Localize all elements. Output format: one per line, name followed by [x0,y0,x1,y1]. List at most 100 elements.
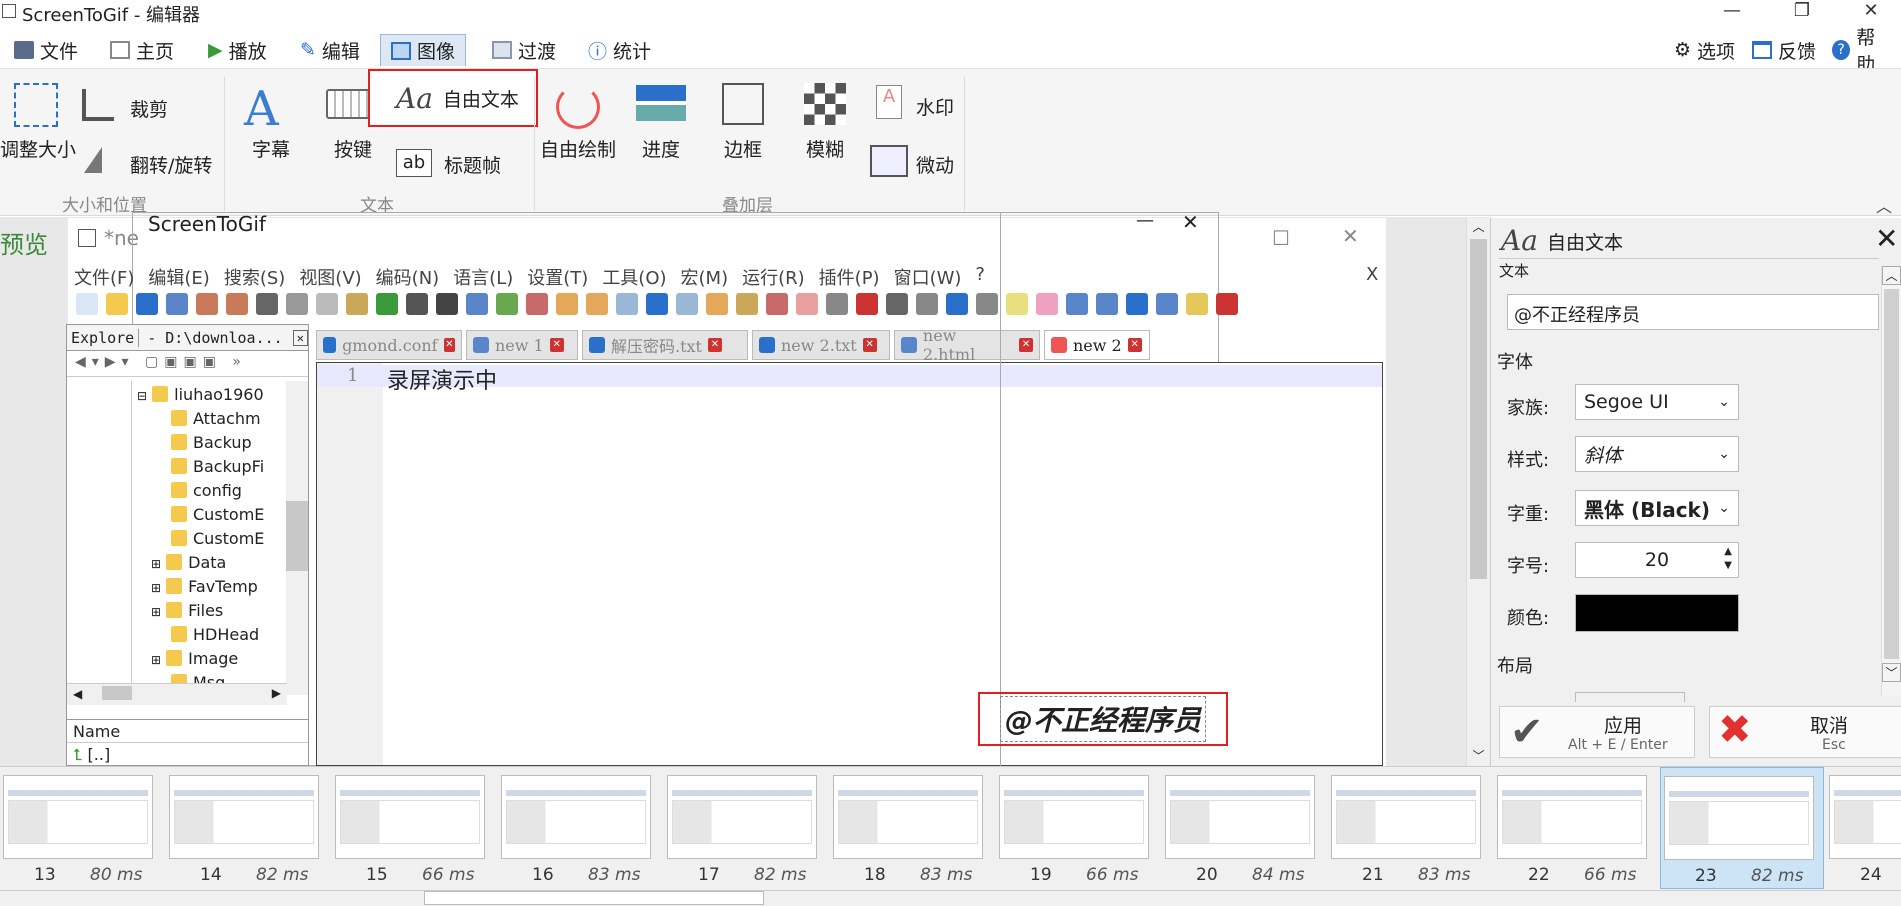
close-button[interactable]: ✕ [1841,0,1901,24]
frame-thumbnail[interactable]: 18 83 ms [830,767,994,889]
frame-thumbnail[interactable]: 20 84 ms [1162,767,1326,889]
title-frame-button[interactable]: 标题帧 [444,151,501,178]
menu-help[interactable]: ? [975,264,985,290]
frame-thumbnail[interactable]: 24 [1826,767,1901,889]
frame-thumbnail[interactable]: 23 82 ms [1660,767,1824,889]
frame-thumbnail[interactable]: 16 83 ms [498,767,662,889]
redo-icon[interactable] [406,293,428,315]
doc-tab[interactable]: new 2.html ✕ [894,326,1040,364]
menu-window[interactable]: 窗口(W) [894,264,962,290]
tree-item[interactable]: HDHead [137,623,287,647]
spellcheck-icon[interactable] [1216,293,1238,315]
tree-item[interactable]: ⊞ Data [137,551,287,575]
free-text-button[interactable]: Aa 自由文本 [368,69,538,127]
tab-file[interactable]: 文件 [4,34,88,66]
menu-macro[interactable]: 宏(M) [681,264,729,290]
tree-hscrollbar[interactable]: ◀ ▶ [67,683,287,705]
tree-item[interactable]: CustomE [137,527,287,551]
menu-search[interactable]: 搜索(S) [224,264,285,290]
monitor-icon[interactable] [826,293,848,315]
caption-button[interactable]: 字幕 [252,135,290,162]
cinemagraph-button[interactable]: 微动 [916,151,954,178]
print-icon[interactable] [256,293,278,315]
panel-close-icon[interactable]: ✕ [1875,222,1898,255]
cancel-button[interactable]: ✖ 取消 Esc [1709,706,1901,758]
save-all-icon[interactable] [166,293,188,315]
border-button[interactable]: 边框 [724,135,762,162]
progress-button[interactable]: 进度 [642,135,680,162]
tree-item[interactable]: CustomE [137,503,287,527]
free-text-overlay[interactable]: @不正经程序员 [978,692,1228,746]
frame-thumbnail[interactable]: 21 83 ms [1328,767,1492,889]
tree-item[interactable]: Backup [137,431,287,455]
cut-icon[interactable] [286,293,308,315]
frame-thumbnail[interactable]: 22 66 ms [1494,767,1658,889]
close-file-icon[interactable] [196,293,218,315]
compare-icon[interactable] [1066,293,1088,315]
folder-workspace-icon[interactable] [796,293,818,315]
resize-button[interactable]: 调整大小 [0,135,76,162]
tab-edit[interactable]: ✎ 编辑 [290,34,370,66]
tab-transitions[interactable]: 过渡 [482,34,566,66]
help-button[interactable]: ? 帮助 [1822,27,1901,76]
menu-language[interactable]: 语言(L) [453,264,513,290]
doc-tab[interactable]: new 1 ✕ [466,330,578,360]
doc-map-icon[interactable] [736,293,758,315]
function-list-icon[interactable] [766,293,788,315]
timeline-scrollbar[interactable] [0,890,1901,906]
clipboard-icon[interactable] [1186,293,1208,315]
menu-run[interactable]: 运行(R) [742,264,805,290]
color-picker[interactable] [1575,594,1739,632]
tab-playback[interactable]: ▶ 播放 [198,34,277,66]
tree-item[interactable]: config [137,479,287,503]
up-icon[interactable] [1096,293,1118,315]
tree-item[interactable]: ⊟ liuhao1960 [137,383,287,407]
stop-macro-icon[interactable] [886,293,908,315]
font-family-select[interactable]: Segoe UI ⌄ [1575,384,1739,420]
collapse-ribbon-icon[interactable]: ︿ [1876,193,1892,217]
preview-scrollbar[interactable]: ︿ ﹀ [1466,218,1490,766]
menu-encoding[interactable]: 编码(N) [376,264,440,290]
explorer-tab[interactable]: Explore [67,328,140,347]
save-macro-icon[interactable] [976,293,998,315]
panel-scrollbar[interactable]: ︿ ﹀ [1881,266,1901,696]
maximize-button[interactable]: ❐ [1772,0,1832,24]
font-weight-select[interactable]: 黑体 (Black) ⌄ [1575,490,1739,526]
text-input[interactable]: @不正经程序员 [1507,294,1879,330]
frame-thumbnail[interactable]: 14 82 ms [166,767,330,889]
copy-icon[interactable] [316,293,338,315]
pilcrow-icon[interactable] [646,293,668,315]
apply-button[interactable]: ✔ 应用 Alt + E / Enter [1499,706,1695,758]
blur-button[interactable]: 模糊 [806,135,844,162]
find-icon[interactable] [436,293,458,315]
frame-thumbnail[interactable]: 17 82 ms [664,767,828,889]
name-column-header[interactable]: Name [67,719,308,743]
indent-guide-icon[interactable] [676,293,698,315]
plugin-icon[interactable] [1006,293,1028,315]
tree-item[interactable]: ⊞ Image [137,647,287,671]
lang-icon[interactable] [706,293,728,315]
tab-home[interactable]: 主页 [100,34,184,66]
new-file-icon[interactable] [76,293,98,315]
free-drawing-button[interactable]: 自由绘制 [540,135,616,162]
zoom-in-icon[interactable] [496,293,518,315]
down-icon[interactable] [1126,293,1148,315]
watermark-button[interactable]: 水印 [916,93,954,120]
close-all-icon[interactable] [226,293,248,315]
tab-image[interactable]: 图像 [380,34,467,66]
menu-file[interactable]: 文件(F) [74,264,134,290]
crop-button[interactable]: 裁剪 [130,95,168,122]
menu-settings[interactable]: 设置(T) [527,264,588,290]
font-style-select[interactable]: 斜体 ⌄ [1575,436,1739,472]
frame-thumbnail[interactable]: 15 66 ms [332,767,496,889]
menu-plugins[interactable]: 插件(P) [819,264,880,290]
run-macro-icon[interactable] [946,293,968,315]
sync-h-icon[interactable] [586,293,608,315]
feedback-button[interactable]: 反馈 [1742,34,1826,66]
tree-item[interactable]: BackupFi [137,455,287,479]
menu-edit[interactable]: 编辑(E) [148,264,209,290]
doc-tab-active[interactable]: new 2 ✕ [1044,330,1150,360]
tree-item[interactable]: ⊞ Files [137,599,287,623]
zoom-out-icon[interactable] [526,293,548,315]
explorer-close-icon[interactable]: ✕ [292,329,308,346]
